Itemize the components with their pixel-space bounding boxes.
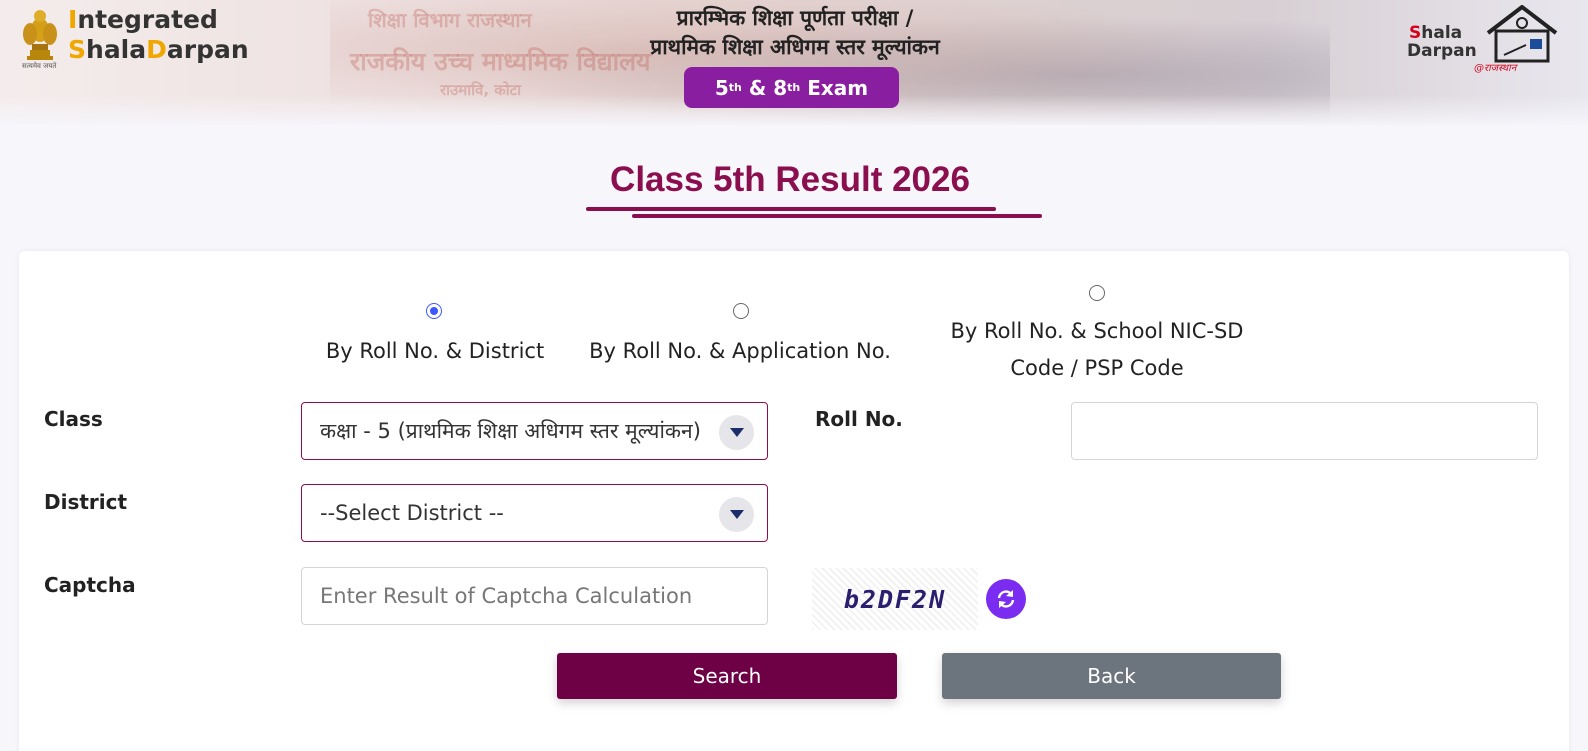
header-banner: शिक्षा विभाग राजस्थान राजकीय उच्च माध्यम… bbox=[0, 0, 1588, 125]
integrated-shaladarpan-logo[interactable]: Integrated ShalaDarpan bbox=[68, 5, 249, 65]
chevron-down-icon[interactable] bbox=[719, 415, 754, 450]
title-underline bbox=[586, 207, 996, 211]
title-underline bbox=[632, 214, 1042, 218]
school-house-icon bbox=[1486, 5, 1558, 63]
roll-no-input[interactable] bbox=[1071, 402, 1538, 460]
class-label: Class bbox=[44, 407, 103, 431]
radio-label-roll-school-code[interactable]: By Roll No. & School NIC-SD Code / PSP C… bbox=[917, 313, 1277, 387]
district-select[interactable]: --Select District -- bbox=[301, 484, 768, 542]
search-button[interactable]: Search bbox=[557, 653, 897, 699]
captcha-input[interactable] bbox=[301, 567, 768, 625]
class-select[interactable]: कक्षा - 5 (प्राथमिक शिक्षा अधिगम स्तर मू… bbox=[301, 402, 768, 460]
banner-photo-text: शिक्षा विभाग राजस्थान bbox=[368, 8, 532, 32]
state-emblem-icon bbox=[23, 10, 57, 60]
captcha-label: Captcha bbox=[44, 573, 136, 597]
captcha-image: b2DF2N bbox=[812, 568, 978, 630]
emblem-caption: सत्यमेव जयते bbox=[22, 62, 57, 70]
district-select-value: --Select District -- bbox=[320, 501, 504, 525]
radio-roll-district[interactable] bbox=[426, 303, 442, 319]
radio-label-roll-application[interactable]: By Roll No. & Application No. bbox=[560, 333, 920, 370]
refresh-captcha-button[interactable] bbox=[986, 579, 1026, 619]
radio-roll-application[interactable] bbox=[733, 303, 749, 319]
exam-badge: 5th & 8th Exam bbox=[684, 67, 899, 108]
refresh-icon bbox=[997, 590, 1015, 608]
roll-no-label: Roll No. bbox=[815, 407, 903, 431]
radio-roll-school-code[interactable] bbox=[1089, 285, 1105, 301]
exam-hindi-title: प्रारम्भिक शिक्षा पूर्णता परीक्षा / प्रा… bbox=[650, 6, 940, 59]
back-button[interactable]: Back bbox=[942, 653, 1281, 699]
shala-darpan-rajasthan-logo[interactable]: Shala Darpan @राजस्थान bbox=[1404, 5, 1564, 74]
class-select-value: कक्षा - 5 (प्राथमिक शिक्षा अधिगम स्तर मू… bbox=[320, 419, 701, 443]
chevron-down-icon[interactable] bbox=[719, 497, 754, 532]
page-title: Class 5th Result 2026 bbox=[610, 160, 970, 199]
district-label: District bbox=[44, 490, 128, 514]
radio-label-roll-district[interactable]: By Roll No. & District bbox=[290, 333, 580, 370]
